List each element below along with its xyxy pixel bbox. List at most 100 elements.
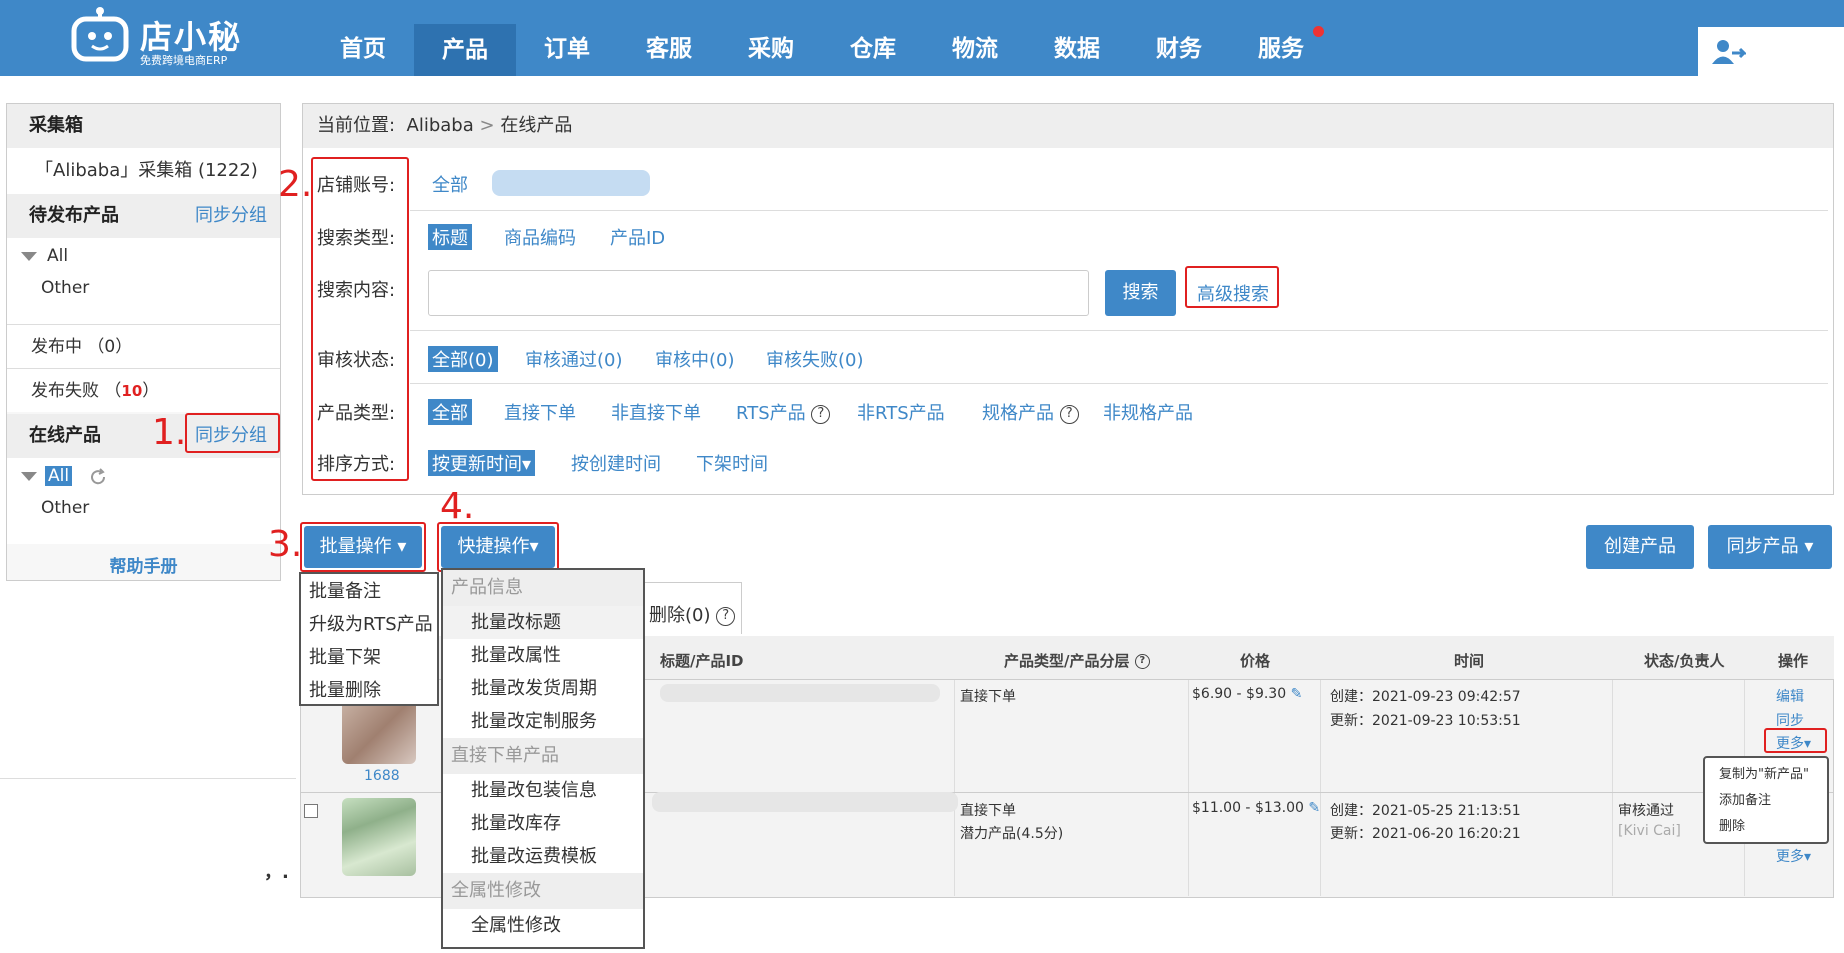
row1-edit-link[interactable]: 编辑	[1776, 686, 1804, 706]
nav-finance[interactable]: 财务	[1128, 0, 1230, 76]
sort-delisted[interactable]: 下架时间	[696, 450, 768, 476]
tree-expand-icon[interactable]	[21, 472, 37, 481]
pending-sync-group-link[interactable]: 同步分组	[195, 194, 267, 238]
publishing-item[interactable]: 发布中 （0）	[7, 324, 280, 368]
edit-icon[interactable]: ✎	[1291, 686, 1303, 702]
tree-other[interactable]: Other	[41, 278, 89, 298]
shop-account-blurred[interactable]	[492, 170, 650, 196]
refresh-icon[interactable]	[89, 468, 107, 486]
breadcrumb-alibaba[interactable]: Alibaba	[407, 115, 474, 136]
more-copy-new[interactable]: 复制为"新产品"	[1705, 762, 1827, 788]
more-delete[interactable]: 删除	[1705, 814, 1827, 840]
sync-product-button[interactable]: 同步产品 ▾	[1708, 525, 1832, 569]
annotation-1: 1.	[152, 412, 187, 453]
annotation-box-filters	[311, 157, 409, 481]
quick-edit-shipping-period[interactable]: 批量改发货周期	[443, 672, 643, 705]
stray-text: ，.	[264, 862, 289, 883]
nav-purchase[interactable]: 采购	[720, 0, 822, 76]
nav-logistics[interactable]: 物流	[924, 0, 1026, 76]
ptype-non-direct[interactable]: 非直接下单	[611, 399, 701, 425]
row2-status: 审核通过	[1618, 803, 1674, 819]
row2-created: 创建：2021-05-25 21:13:51	[1330, 803, 1521, 819]
more-add-remark[interactable]: 添加备注	[1705, 788, 1827, 814]
quick-edit-all-attributes[interactable]: 全属性修改	[443, 909, 643, 942]
ptype-all[interactable]: 全部	[428, 399, 472, 425]
annotation-box-batch	[300, 522, 426, 572]
nav-products[interactable]: 产品	[414, 24, 516, 76]
batch-upgrade-rts[interactable]: 升级为RTS产品	[301, 608, 437, 641]
create-product-button[interactable]: 创建产品	[1586, 525, 1694, 569]
tree-expand-icon[interactable]	[21, 252, 37, 261]
help-manual-link[interactable]: 帮助手册	[7, 544, 280, 590]
nav-orders[interactable]: 订单	[516, 0, 618, 76]
edit-icon[interactable]: ✎	[1308, 800, 1320, 816]
batch-delist[interactable]: 批量下架	[301, 641, 437, 674]
audit-all[interactable]: 全部(0)	[428, 346, 498, 372]
help-icon[interactable]: ?	[811, 404, 831, 424]
help-icon[interactable]: ?	[716, 606, 736, 626]
ptype-rts[interactable]: RTS产品 ?	[736, 399, 831, 425]
ptype-direct[interactable]: 直接下单	[504, 399, 576, 425]
row2-updated: 更新：2021-06-20 16:20:21	[1330, 826, 1521, 842]
nav-customer-service[interactable]: 客服	[618, 0, 720, 76]
nav-warehouse[interactable]: 仓库	[822, 0, 924, 76]
ptype-spec[interactable]: 规格产品 ?	[982, 399, 1079, 425]
row2-title-blurred[interactable]	[652, 792, 958, 812]
row2-more-link[interactable]: 更多▾	[1776, 846, 1811, 866]
search-type-title[interactable]: 标题	[428, 224, 472, 250]
robot-logo-icon	[71, 7, 129, 62]
batch-remark[interactable]: 批量备注	[301, 575, 437, 608]
audit-failed[interactable]: 审核失败(0)	[766, 346, 864, 372]
online-tree-other[interactable]: Other	[41, 498, 89, 518]
quick-edit-packaging[interactable]: 批量改包装信息	[443, 774, 643, 807]
sort-updated[interactable]: 按更新时间▾	[428, 450, 536, 476]
nav-home[interactable]: 首页	[312, 0, 414, 76]
online-products-title: 在线产品	[29, 425, 101, 446]
product-thumbnail[interactable]	[342, 700, 416, 764]
row-checkbox[interactable]	[304, 804, 318, 818]
more-menu: 复制为"新产品" 添加备注 删除	[1703, 756, 1829, 844]
batch-delete[interactable]: 批量删除	[301, 674, 437, 707]
quick-edit-custom-service[interactable]: 批量改定制服务	[443, 705, 643, 738]
quick-edit-stock[interactable]: 批量改库存	[443, 807, 643, 840]
annotation-4: 4.	[440, 486, 475, 527]
annotation-3: 3.	[268, 524, 303, 565]
quick-edit-attributes[interactable]: 批量改属性	[443, 639, 643, 672]
col-price: 价格	[1240, 652, 1271, 670]
breadcrumb: 当前位置: Alibaba > 在线产品	[303, 104, 1833, 148]
row1-source[interactable]: 1688	[364, 768, 400, 784]
nav-data[interactable]: 数据	[1026, 0, 1128, 76]
tab-deleted-label: 删除(0)	[649, 605, 711, 626]
breadcrumb-current: 在线产品	[500, 115, 573, 136]
user-icon	[1712, 40, 1746, 64]
annotation-box-sync	[185, 413, 280, 453]
online-tree-all[interactable]: All	[45, 466, 73, 486]
quick-edit-freight-template[interactable]: 批量改运费模板	[443, 840, 643, 873]
help-icon[interactable]: ?	[1059, 404, 1079, 424]
product-thumbnail[interactable]	[342, 798, 416, 876]
tree-all[interactable]: All	[47, 246, 68, 266]
search-input[interactable]	[428, 270, 1089, 316]
nav-services[interactable]: 服务	[1230, 0, 1332, 76]
search-type-product-id[interactable]: 产品ID	[610, 224, 665, 250]
col-divider	[1612, 680, 1613, 896]
publish-failed-count: 10	[121, 382, 143, 400]
sort-created[interactable]: 按创建时间	[571, 450, 661, 476]
publish-failed-item[interactable]: 发布失败 （10）	[7, 368, 280, 412]
search-button[interactable]: 搜索	[1105, 270, 1176, 316]
col-ops: 操作	[1778, 652, 1809, 670]
divider	[410, 383, 1828, 384]
row1-title-blurred[interactable]	[660, 684, 940, 702]
audit-passed[interactable]: 审核通过(0)	[525, 346, 623, 372]
help-icon[interactable]: ?	[1134, 654, 1150, 669]
row2-owner: [Kivi Cai]	[1618, 823, 1681, 839]
search-type-sku[interactable]: 商品编码	[504, 224, 576, 250]
collect-box-item[interactable]: 「Alibaba」采集箱 (1222)	[7, 148, 280, 194]
shop-all-option[interactable]: 全部	[432, 171, 468, 197]
ptype-non-spec[interactable]: 非规格产品	[1103, 399, 1193, 425]
quick-edit-title[interactable]: 批量改标题	[443, 606, 643, 639]
row1-sync-link[interactable]: 同步	[1776, 710, 1804, 730]
user-area[interactable]	[1698, 27, 1844, 76]
audit-pending[interactable]: 审核中(0)	[655, 346, 735, 372]
ptype-non-rts[interactable]: 非RTS产品	[857, 399, 945, 425]
